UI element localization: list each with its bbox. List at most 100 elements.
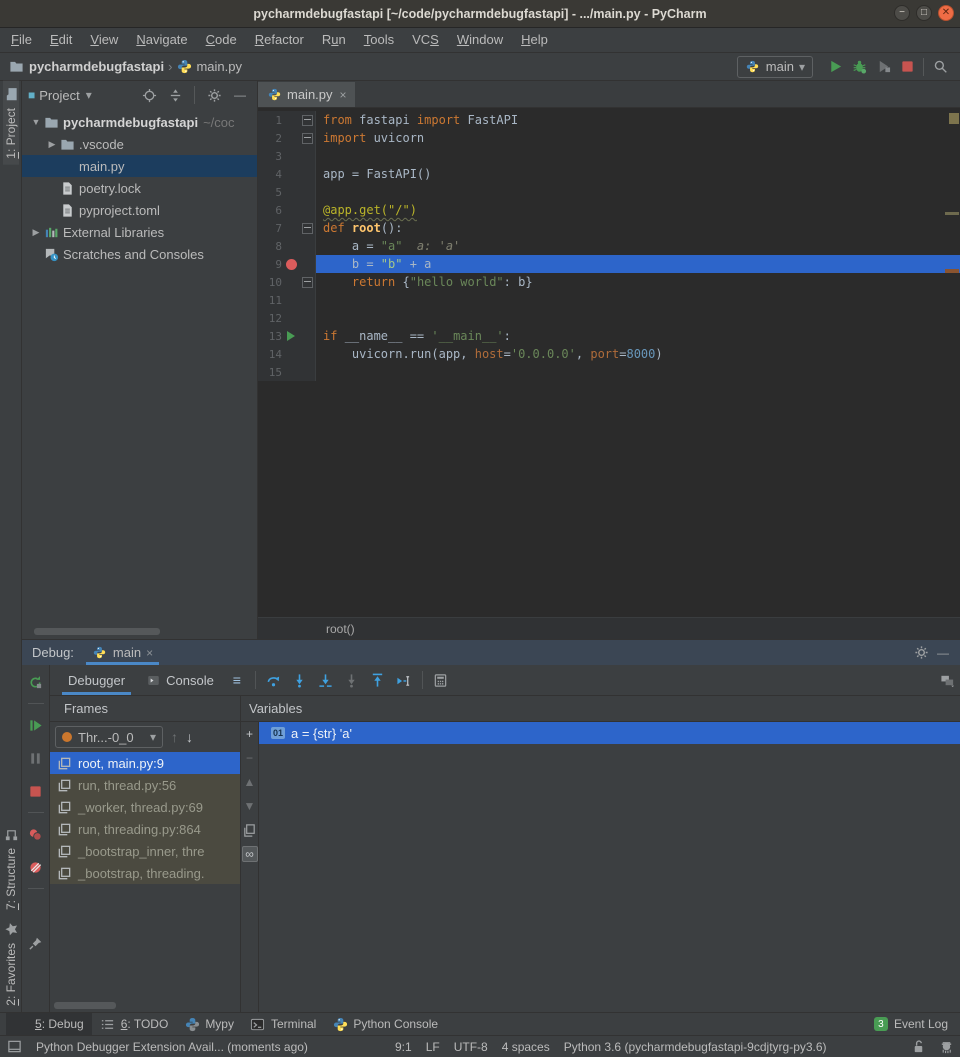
gutter-line-10[interactable]: 10 [258, 273, 316, 291]
frame-row[interactable]: run, threading.py:864 [50, 818, 240, 840]
tree-item-pycharmdebugfastapi[interactable]: ▼pycharmdebugfastapi~/coc [22, 111, 257, 133]
gutter-line-2[interactable]: 2 [258, 129, 316, 147]
restore-layout-button[interactable] [934, 668, 960, 692]
menu-file[interactable]: File [2, 28, 41, 52]
search-everywhere-button[interactable] [928, 56, 952, 78]
debug-button[interactable] [847, 56, 871, 78]
variable-row[interactable]: 01a = {str} 'a' [259, 722, 960, 744]
project-horizontal-scrollbar[interactable] [34, 628, 160, 635]
fold-icon[interactable] [302, 277, 313, 288]
rerun-button[interactable] [23, 670, 49, 694]
code-line-5[interactable]: 5 [258, 183, 960, 201]
unlock-icon[interactable] [910, 1039, 926, 1055]
menu-edit[interactable]: Edit [41, 28, 81, 52]
hide-panel-button[interactable]: — [229, 84, 251, 106]
gutter-line-13[interactable]: 13 [258, 327, 316, 345]
code-line-10[interactable]: 10 return {"hello world": b} [258, 273, 960, 291]
gutter-line-8[interactable]: 8 [258, 237, 316, 255]
close-session-icon[interactable]: × [146, 646, 153, 660]
step-out-button[interactable] [365, 668, 391, 692]
code-line-13[interactable]: 13if __name__ == '__main__': [258, 327, 960, 345]
breakpoint-icon[interactable] [286, 259, 297, 270]
tree-collapse-icon[interactable]: ▼ [30, 117, 42, 127]
infinity-button[interactable]: ∞ [242, 846, 258, 862]
tab-console[interactable]: Console [135, 665, 224, 695]
mute-breakpoints-button[interactable] [23, 855, 49, 879]
run-button[interactable] [823, 56, 847, 78]
project-header-title[interactable]: Project [39, 88, 79, 103]
code-line-11[interactable]: 11 [258, 291, 960, 309]
frame-row[interactable]: _worker, thread.py:69 [50, 796, 240, 818]
next-frame-icon[interactable]: ↓ [186, 730, 193, 744]
code-line-3[interactable]: 3 [258, 147, 960, 165]
gutter-line-14[interactable]: 14 [258, 345, 316, 363]
status-line-ending[interactable]: LF [426, 1040, 440, 1054]
frames-horizontal-scrollbar[interactable] [54, 1002, 116, 1009]
tool-window-button-terminal[interactable]: Terminal [242, 1013, 324, 1035]
tree-item-scratches-and-consoles[interactable]: Scratches and Consoles [22, 243, 257, 265]
code-line-1[interactable]: 1from fastapi import FastAPI [258, 111, 960, 129]
step-into-my-code-button[interactable] [313, 668, 339, 692]
step-into-button[interactable] [287, 668, 313, 692]
menu-refactor[interactable]: Refactor [246, 28, 313, 52]
evaluate-expression-button[interactable] [428, 668, 454, 692]
code-line-2[interactable]: 2import uvicorn [258, 129, 960, 147]
tool-window-button-project[interactable]: 1: Project [3, 81, 19, 165]
menu-help[interactable]: Help [512, 28, 557, 52]
step-over-button[interactable] [261, 668, 287, 692]
tree-item--vscode[interactable]: ▶.vscode [22, 133, 257, 155]
breadcrumb-function[interactable]: root() [326, 622, 355, 636]
code-line-6[interactable]: 6@app.get("/") [258, 201, 960, 219]
code-line-14[interactable]: 14 uvicorn.run(app, host='0.0.0.0', port… [258, 345, 960, 363]
status-caret-position[interactable]: 9:1 [395, 1040, 412, 1054]
code-line-15[interactable]: 15 [258, 363, 960, 381]
frame-row[interactable]: root, main.py:9 [50, 752, 240, 774]
run-to-cursor-button[interactable] [391, 668, 417, 692]
view-breakpoints-button[interactable] [23, 822, 49, 846]
breadcrumb-project[interactable]: pycharmdebugfastapi [29, 59, 164, 74]
gutter-line-15[interactable]: 15 [258, 363, 316, 381]
add-button[interactable]: + [242, 726, 258, 742]
error-stripe-breakpoint-mark[interactable] [945, 269, 959, 273]
settings-gear-button[interactable] [23, 898, 49, 922]
tree-item-main-py[interactable]: main.py [22, 155, 257, 177]
locate-file-button[interactable] [138, 84, 160, 106]
status-python-interpreter[interactable]: Python 3.6 (pycharmdebugfastapi-9cdjtyrg… [564, 1040, 827, 1054]
tool-window-button-structure[interactable]: 7: Structure [3, 821, 19, 916]
tree-expand-icon[interactable]: ▶ [30, 227, 42, 238]
code-line-7[interactable]: 7def root(): [258, 219, 960, 237]
code-area[interactable]: 1from fastapi import FastAPI2import uvic… [258, 108, 960, 617]
thread-select[interactable]: Thr...-0_0 ▾ [55, 726, 163, 748]
project-settings-button[interactable] [203, 84, 225, 106]
run-config-select[interactable]: main ▾ [737, 56, 813, 78]
menu-navigate[interactable]: Navigate [127, 28, 196, 52]
pin-button[interactable] [23, 931, 49, 955]
code-line-4[interactable]: 4app = FastAPI() [258, 165, 960, 183]
frame-row[interactable]: _bootstrap_inner, thre [50, 840, 240, 862]
tab-debugger[interactable]: Debugger [58, 665, 135, 695]
close-tab-icon[interactable]: × [340, 88, 347, 102]
event-log-button[interactable]: 3Event Log [874, 1017, 954, 1031]
minimize-button[interactable]: − [894, 5, 910, 21]
collapse-all-button[interactable] [164, 84, 186, 106]
tree-expand-icon[interactable]: ▶ [46, 139, 58, 150]
maximize-button[interactable]: □ [916, 5, 932, 21]
status-indent-style[interactable]: 4 spaces [502, 1040, 550, 1054]
resume-button[interactable] [23, 713, 49, 737]
code-line-8[interactable]: 8 a = "a" a: 'a' [258, 237, 960, 255]
gutter-line-4[interactable]: 4 [258, 165, 316, 183]
status-encoding[interactable]: UTF-8 [454, 1040, 488, 1054]
error-stripe-warning-mark[interactable] [949, 113, 959, 124]
fold-icon[interactable] [302, 115, 313, 126]
frame-row[interactable]: _bootstrap, threading. [50, 862, 240, 884]
run-line-icon[interactable] [287, 331, 295, 341]
tool-window-button-5-debug[interactable]: 5: Debug [6, 1013, 92, 1035]
debug-session-tab[interactable]: main × [84, 640, 161, 665]
menu-tools[interactable]: Tools [355, 28, 403, 52]
editor-tab-main-py[interactable]: main.py × [258, 82, 355, 107]
code-line-12[interactable]: 12 [258, 309, 960, 327]
tree-item-pyproject-toml[interactable]: pyproject.toml [22, 199, 257, 221]
fold-icon[interactable] [302, 133, 313, 144]
tree-item-external-libraries[interactable]: ▶External Libraries [22, 221, 257, 243]
menu-vcs[interactable]: VCS [403, 28, 448, 52]
